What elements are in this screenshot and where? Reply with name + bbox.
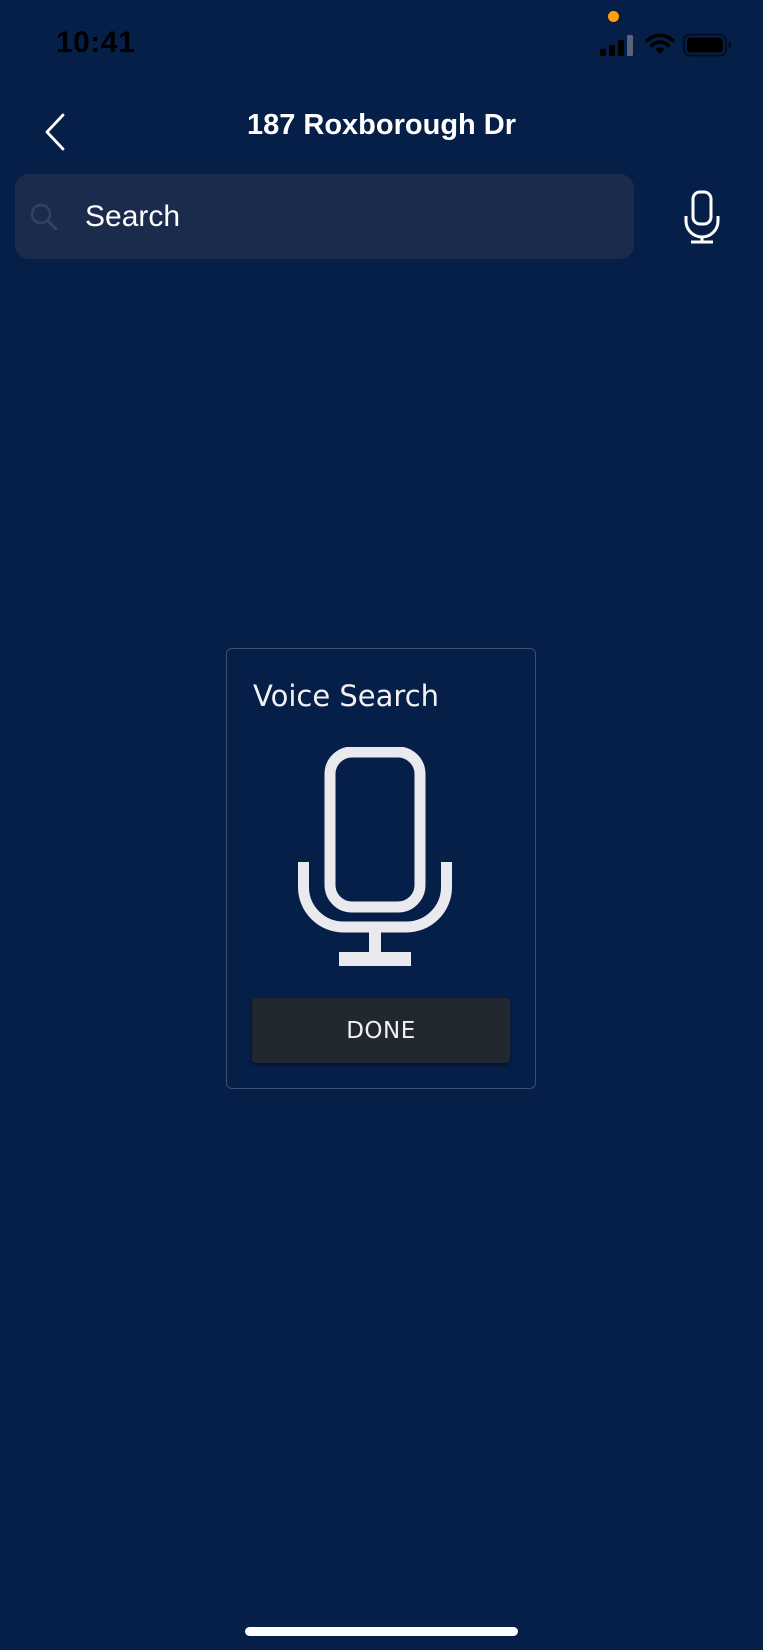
microphone-icon <box>298 747 452 966</box>
page-title: 187 Roxborough Dr <box>246 109 517 141</box>
status-time: 10:41 <box>56 26 136 59</box>
search-input[interactable] <box>70 174 610 259</box>
navigation-bar: 187 Roxborough Dr <box>0 95 763 165</box>
dialog-title: Voice Search <box>253 679 440 713</box>
wifi-icon <box>645 33 675 54</box>
home-indicator[interactable] <box>245 1627 518 1636</box>
microphone-icon <box>684 190 720 244</box>
privacy-indicator-dot <box>608 11 619 22</box>
voice-search-button[interactable] <box>675 187 729 247</box>
search-icon <box>30 203 58 231</box>
status-bar: 10:41 <box>0 0 763 90</box>
cellular-signal-icon <box>600 35 633 56</box>
search-bar[interactable] <box>15 174 634 259</box>
voice-search-dialog: Voice Search DONE <box>226 648 536 1089</box>
battery-icon <box>683 33 732 57</box>
done-button[interactable]: DONE <box>252 998 510 1063</box>
